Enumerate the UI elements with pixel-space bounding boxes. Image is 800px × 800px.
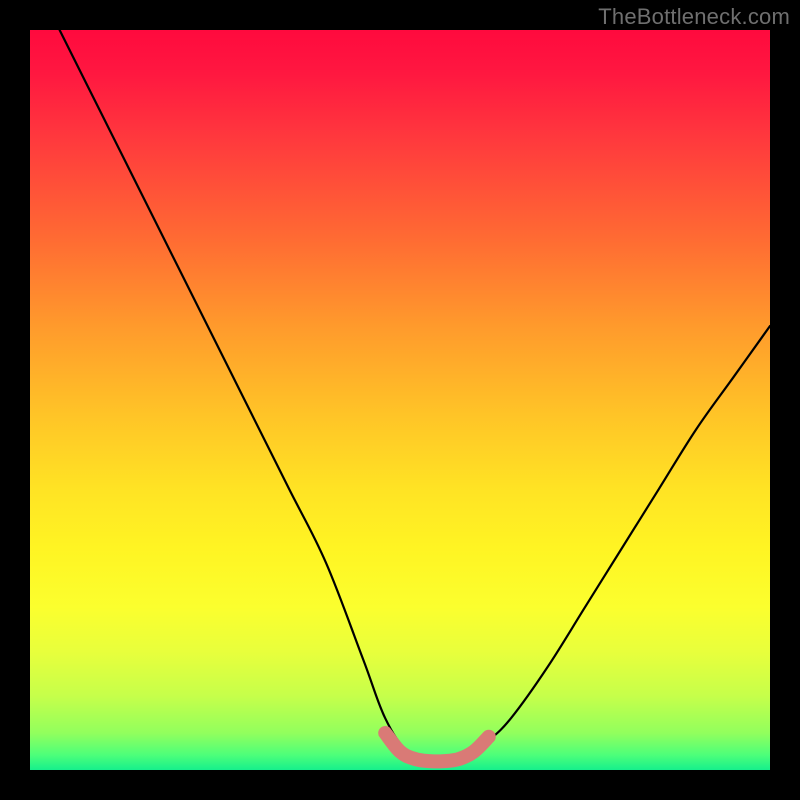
chart-frame: TheBottleneck.com bbox=[0, 0, 800, 800]
watermark-text: TheBottleneck.com bbox=[598, 4, 790, 30]
main-curve bbox=[60, 30, 770, 762]
curve-layer bbox=[30, 30, 770, 770]
plot-area bbox=[30, 30, 770, 770]
valley-highlight bbox=[385, 733, 489, 761]
